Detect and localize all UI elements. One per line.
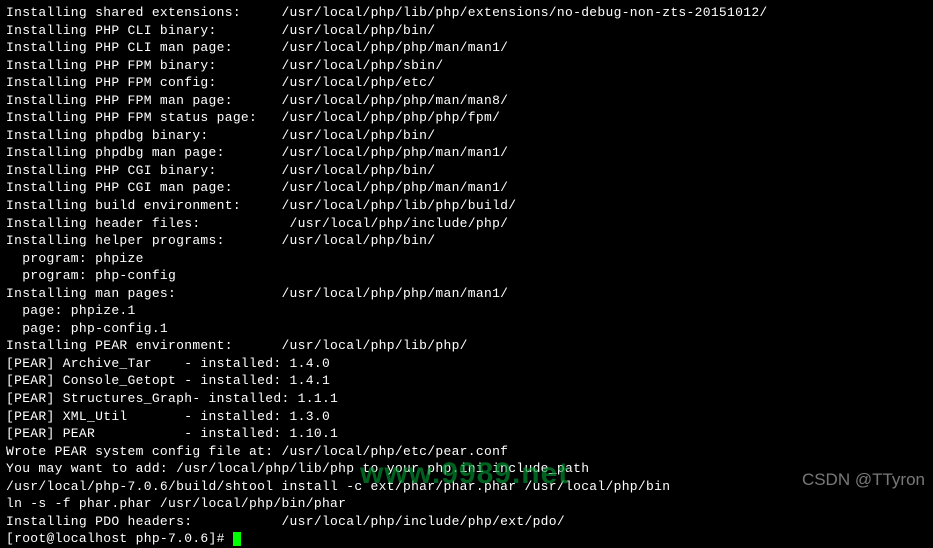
install-path: /usr/local/php/lib/php/build/	[281, 197, 516, 215]
output-line: Installing PDO headers: /usr/local/php/i…	[6, 513, 927, 531]
install-path: /usr/local/php/bin/	[281, 127, 435, 145]
install-label: Installing phpdbg binary:	[6, 127, 281, 145]
install-path: /usr/local/php/lib/php/	[281, 337, 467, 355]
install-line: Installing phpdbg binary: /usr/local/php…	[6, 127, 927, 145]
install-label: Installing PEAR environment:	[6, 337, 281, 355]
install-label: Installing phpdbg man page:	[6, 144, 281, 162]
install-label: Installing shared extensions:	[6, 4, 281, 22]
prompt-line[interactable]: [root@localhost php-7.0.6]#	[6, 530, 927, 548]
pear-package-line: [PEAR] Archive_Tar - installed: 1.4.0	[6, 355, 927, 373]
helper-program-line: program: phpize	[6, 250, 927, 268]
install-label: Installing PHP CLI man page:	[6, 39, 281, 57]
install-line: Installing helper programs: /usr/local/p…	[6, 232, 927, 250]
output-line: ln -s -f phar.phar /usr/local/php/bin/ph…	[6, 495, 927, 513]
install-path: /usr/local/php/bin/	[281, 162, 435, 180]
install-line: Installing build environment: /usr/local…	[6, 197, 927, 215]
install-label: Installing header files:	[6, 215, 290, 233]
install-line: Installing PHP FPM man page: /usr/local/…	[6, 92, 927, 110]
install-label: Installing PHP FPM binary:	[6, 57, 281, 75]
pear-package-line: [PEAR] Console_Getopt - installed: 1.4.1	[6, 372, 927, 390]
pear-package-line: [PEAR] Structures_Graph- installed: 1.1.…	[6, 390, 927, 408]
man-page-line: page: php-config.1	[6, 320, 927, 338]
output-line: You may want to add: /usr/local/php/lib/…	[6, 460, 927, 478]
pear-package-line: [PEAR] XML_Util - installed: 1.3.0	[6, 408, 927, 426]
install-line: Installing PHP FPM binary: /usr/local/ph…	[6, 57, 927, 75]
install-label: Installing PHP FPM config:	[6, 74, 281, 92]
install-path: /usr/local/php/php/man/man1/	[281, 285, 508, 303]
install-label: Installing helper programs:	[6, 232, 281, 250]
prompt-suffix: ]#	[209, 531, 233, 546]
install-line: Installing PHP CGI binary: /usr/local/ph…	[6, 162, 927, 180]
pear-package-line: [PEAR] PEAR - installed: 1.10.1	[6, 425, 927, 443]
install-line: Installing PEAR environment: /usr/local/…	[6, 337, 927, 355]
install-path: /usr/local/php/php/man/man8/	[281, 92, 508, 110]
install-line: Installing header files: /usr/local/php/…	[6, 215, 927, 233]
install-path: /usr/local/php/include/php/	[290, 215, 509, 233]
install-label: Installing PHP FPM status page:	[6, 109, 281, 127]
install-label: Installing build environment:	[6, 197, 281, 215]
install-line: Installing PHP CLI binary: /usr/local/ph…	[6, 22, 927, 40]
install-label: Installing PHP CLI binary:	[6, 22, 281, 40]
install-line: Installing PHP CGI man page: /usr/local/…	[6, 179, 927, 197]
install-line: Installing shared extensions: /usr/local…	[6, 4, 927, 22]
install-line: Installing man pages: /usr/local/php/php…	[6, 285, 927, 303]
install-line: Installing PHP FPM status page: /usr/loc…	[6, 109, 927, 127]
terminal-output: Installing shared extensions: /usr/local…	[6, 4, 927, 548]
install-path: /usr/local/php/php/man/man1/	[281, 39, 508, 57]
helper-program-line: program: php-config	[6, 267, 927, 285]
install-line: Installing PHP CLI man page: /usr/local/…	[6, 39, 927, 57]
install-label: Installing PHP FPM man page:	[6, 92, 281, 110]
install-label: Installing PHP CGI binary:	[6, 162, 281, 180]
cursor-icon	[233, 532, 241, 546]
output-line: /usr/local/php-7.0.6/build/shtool instal…	[6, 478, 927, 496]
output-line: Wrote PEAR system config file at: /usr/l…	[6, 443, 927, 461]
install-path: /usr/local/php/bin/	[281, 232, 435, 250]
install-path: /usr/local/php/etc/	[281, 74, 435, 92]
install-path: /usr/local/php/bin/	[281, 22, 435, 40]
install-label: Installing man pages:	[6, 285, 281, 303]
install-line: Installing phpdbg man page: /usr/local/p…	[6, 144, 927, 162]
prompt-cwd: php-7.0.6	[136, 531, 209, 546]
prompt-user-host: [root@localhost	[6, 531, 136, 546]
install-label: Installing PHP CGI man page:	[6, 179, 281, 197]
install-line: Installing PHP FPM config: /usr/local/ph…	[6, 74, 927, 92]
install-path: /usr/local/php/php/man/man1/	[281, 179, 508, 197]
install-path: /usr/local/php/php/php/fpm/	[281, 109, 500, 127]
install-path: /usr/local/php/sbin/	[281, 57, 443, 75]
install-path: /usr/local/php/lib/php/extensions/no-deb…	[281, 4, 767, 22]
man-page-line: page: phpize.1	[6, 302, 927, 320]
install-path: /usr/local/php/php/man/man1/	[281, 144, 508, 162]
